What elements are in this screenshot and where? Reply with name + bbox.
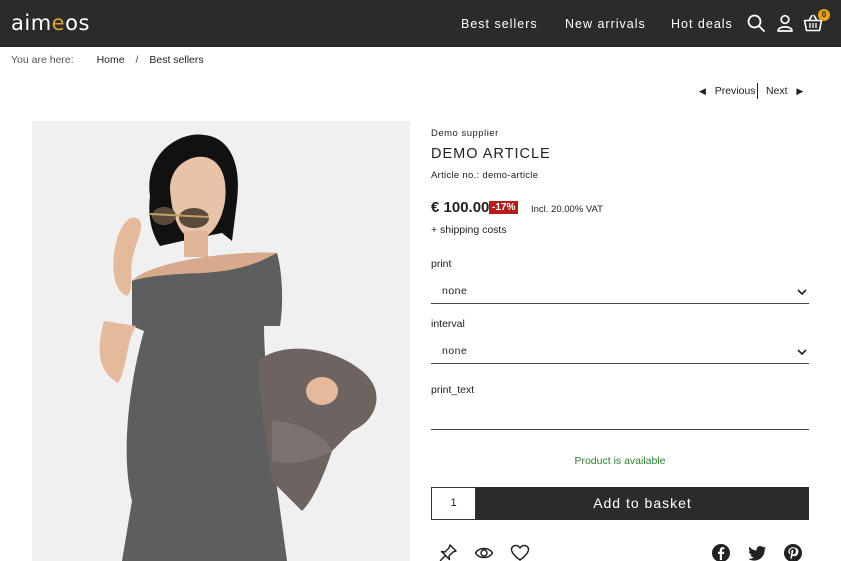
nav-hot-deals[interactable]: Hot deals <box>671 17 733 31</box>
next-product-link[interactable]: Next ▶ <box>766 85 803 97</box>
discount-badge: -17% <box>489 201 519 214</box>
print-text-label: print_text <box>431 384 475 396</box>
logo-text-part1: aim <box>11 11 52 35</box>
caret-right-icon: ▶ <box>796 86 804 96</box>
chevron-down-icon <box>797 289 807 296</box>
product-image[interactable] <box>32 121 410 561</box>
print-text-input[interactable] <box>431 404 809 430</box>
product-photo-illustration <box>32 121 410 561</box>
logo-text-part2: os <box>65 11 90 35</box>
quantity-input[interactable]: 1 <box>431 487 476 520</box>
user-icon[interactable] <box>775 13 795 33</box>
favorite-heart-icon[interactable] <box>510 543 530 561</box>
basket-count-badge: 0 <box>818 9 830 21</box>
interval-select[interactable]: none <box>431 340 809 364</box>
interval-label: interval <box>431 318 465 330</box>
nav-new-arrivals[interactable]: New arrivals <box>565 17 646 31</box>
watch-eye-icon[interactable] <box>474 543 494 561</box>
shipping-costs-link[interactable]: + shipping costs <box>431 224 507 236</box>
top-navigation-bar: aimeos Best sellers New arrivals Hot dea… <box>0 0 841 47</box>
product-price: € 100.00 <box>431 199 490 216</box>
breadcrumb-label: You are here: <box>11 54 74 66</box>
breadcrumb-current[interactable]: Best sellers <box>149 54 203 66</box>
pinterest-icon[interactable] <box>783 543 803 561</box>
print-label: print <box>431 258 452 270</box>
product-title: DEMO ARTICLE <box>431 146 551 162</box>
stock-status: Product is available <box>574 455 666 467</box>
print-select-value: none <box>442 285 468 297</box>
article-number: Article no.: demo-article <box>431 170 539 181</box>
brand-logo[interactable]: aimeos <box>11 11 90 35</box>
breadcrumb-separator: / <box>135 54 139 66</box>
print-select[interactable]: none <box>431 280 809 304</box>
search-icon[interactable] <box>746 13 766 33</box>
previous-product-link[interactable]: ◀ Previous <box>699 85 756 97</box>
breadcrumb: You are here: Home / Best sellers <box>11 54 204 66</box>
logo-text-accent: e <box>51 11 66 35</box>
twitter-icon[interactable] <box>747 543 767 561</box>
chevron-down-icon <box>797 349 807 356</box>
pager-divider <box>757 83 758 99</box>
next-label: Next <box>766 85 788 97</box>
breadcrumb-home-link[interactable]: Home <box>97 54 125 66</box>
caret-left-icon: ◀ <box>699 86 706 96</box>
pin-icon[interactable] <box>438 543 458 561</box>
add-to-basket-button[interactable]: Add to basket <box>476 487 809 520</box>
nav-best-sellers[interactable]: Best sellers <box>461 17 538 31</box>
vat-note: Incl. 20.00% VAT <box>531 204 603 215</box>
supplier-name[interactable]: Demo supplier <box>431 128 499 139</box>
previous-label: Previous <box>714 85 756 97</box>
facebook-icon[interactable] <box>711 543 731 561</box>
interval-select-value: none <box>442 345 468 357</box>
